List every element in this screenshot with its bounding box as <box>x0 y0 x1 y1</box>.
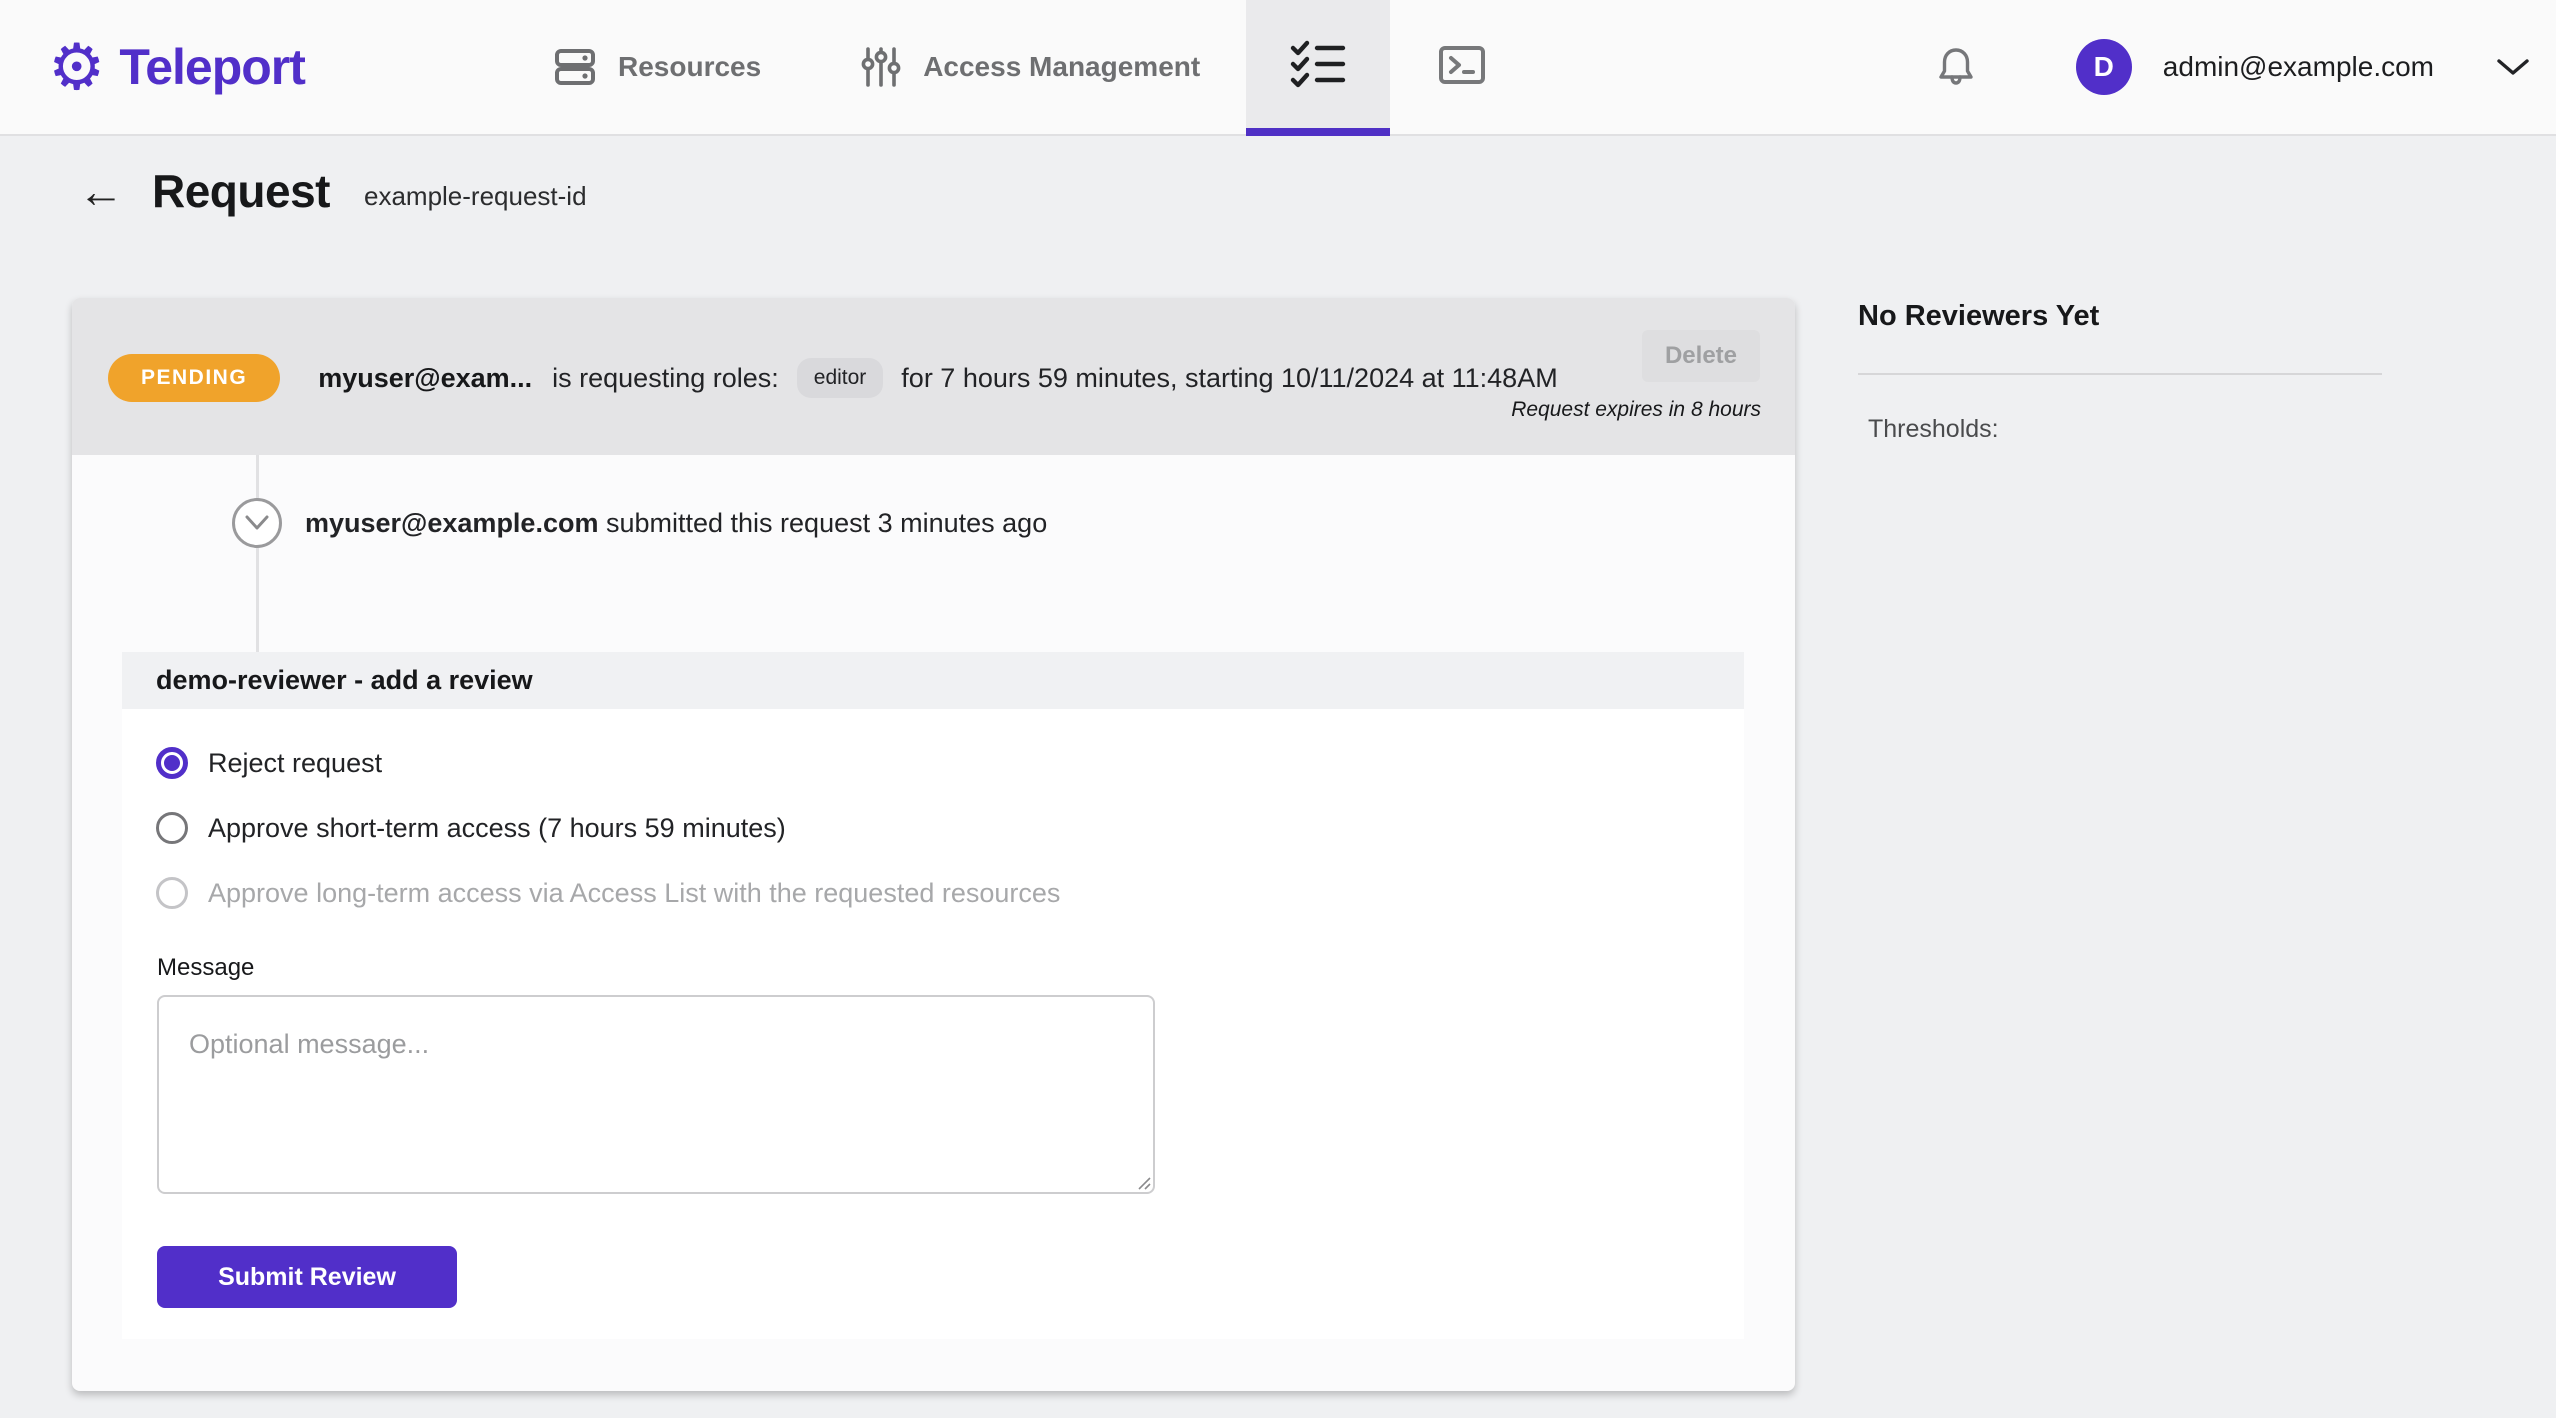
delete-button[interactable]: Delete <box>1642 330 1760 382</box>
request-duration-text: for 7 hours 59 minutes, starting 10/11/2… <box>901 362 1558 393</box>
nav-tabs: Resources Access Management <box>554 0 1534 136</box>
request-summary-band: PENDING myuser@exam... is requesting rol… <box>72 298 1795 455</box>
reviewers-sidebar: No Reviewers Yet Thresholds: <box>1858 300 2382 444</box>
sliders-icon <box>861 45 901 89</box>
tab-access-requests[interactable] <box>1246 0 1391 136</box>
review-box-body: Reject request Approve short-term access… <box>122 709 1744 1339</box>
timeline-event-text: submitted this request 3 minutes ago <box>598 508 1048 538</box>
radio-reject-request[interactable] <box>156 747 188 779</box>
resources-icon <box>554 47 596 87</box>
request-id: example-request-id <box>363 180 587 211</box>
submit-review-button[interactable]: Submit Review <box>157 1246 457 1308</box>
back-arrow-icon[interactable]: ← <box>78 168 124 214</box>
notifications-bell-icon[interactable] <box>1936 45 1976 89</box>
checklist-icon <box>1289 40 1347 95</box>
review-options: Reject request Approve short-term access… <box>156 745 1060 911</box>
timeline-line <box>256 455 259 652</box>
review-box: demo-reviewer - add a review Reject requ… <box>122 652 1744 1339</box>
terminal-icon <box>1438 45 1486 90</box>
account-email[interactable]: admin@example.com <box>2163 51 2434 83</box>
collapse-chevron-icon[interactable] <box>232 498 282 548</box>
timeline-event-user: myuser@example.com <box>305 508 599 538</box>
teleport-gear-icon: ⚙ <box>48 31 106 103</box>
requester-name: myuser@exam... <box>318 362 533 393</box>
option-approve-short-term-label: Approve short-term access (7 hours 59 mi… <box>208 812 786 843</box>
active-tab-underline <box>1246 128 1391 136</box>
account-menu-chevron-down-icon[interactable] <box>2496 57 2530 77</box>
request-card-body: myuser@example.com submitted this reques… <box>72 455 1795 1391</box>
status-badge: PENDING <box>108 354 281 402</box>
user-avatar[interactable]: D <box>2075 39 2132 95</box>
radio-approve-long-term <box>156 877 188 909</box>
option-reject-request[interactable]: Reject request <box>156 745 1060 781</box>
message-textarea[interactable] <box>157 995 1155 1194</box>
message-label: Message <box>157 954 255 981</box>
page-title: Request <box>152 165 330 217</box>
timeline-event: myuser@example.com submitted this reques… <box>305 508 1047 539</box>
tab-terminal[interactable] <box>1390 0 1534 134</box>
nav-item-resources-label: Resources <box>618 51 762 82</box>
page-title-row: ← Request example-request-id <box>78 164 587 218</box>
option-reject-request-label: Reject request <box>208 747 383 778</box>
option-approve-short-term[interactable]: Approve short-term access (7 hours 59 mi… <box>156 810 1060 846</box>
nav-item-access-management-label: Access Management <box>923 51 1201 82</box>
sidebar-divider <box>1858 373 2382 375</box>
reviewers-heading: No Reviewers Yet <box>1858 300 2100 332</box>
nav-item-access-management[interactable]: Access Management <box>861 0 1200 134</box>
option-approve-long-term: Approve long-term access via Access List… <box>156 875 1060 911</box>
nav-item-resources[interactable]: Resources <box>554 0 761 134</box>
nav-right-cluster: D admin@example.com <box>1936 0 2530 134</box>
radio-approve-short-term[interactable] <box>156 812 188 844</box>
request-expires-text: Request expires in 8 hours <box>1511 398 1761 421</box>
review-box-header: demo-reviewer - add a review <box>122 652 1744 709</box>
request-summary-row: PENDING myuser@exam... is requesting rol… <box>108 354 1558 402</box>
option-approve-long-term-label: Approve long-term access via Access List… <box>208 877 1061 908</box>
teleport-logo[interactable]: ⚙ Teleport <box>48 0 306 134</box>
request-action-text: is requesting roles: <box>552 362 779 393</box>
thresholds-label: Thresholds: <box>1868 415 1999 443</box>
top-navigation-bar: ⚙ Teleport Resources Access Management D… <box>0 0 2556 136</box>
teleport-logo-text: Teleport <box>119 39 306 95</box>
request-card: PENDING myuser@exam... is requesting rol… <box>72 298 1795 1391</box>
role-pill: editor <box>796 358 884 398</box>
teleport-request-page: ⚙ Teleport Resources Access Management D… <box>0 0 2556 1418</box>
